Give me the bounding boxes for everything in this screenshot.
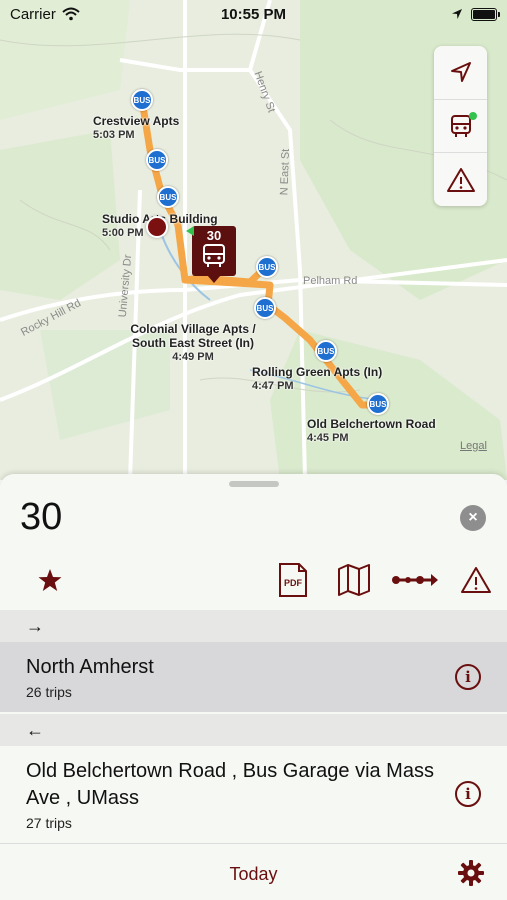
bus-marker-route: 30	[206, 228, 222, 243]
street-label-pelham: Pelham Rd	[303, 275, 358, 287]
direction-row-north-amherst[interactable]: North Amherst 26 trips i	[0, 642, 507, 712]
direction-destination: Old Belchertown Road , Bus Garage via Ma…	[26, 759, 434, 809]
gear-icon	[458, 860, 484, 886]
pdf-icon: PDF	[279, 563, 307, 597]
bus-icon	[203, 244, 225, 267]
stop-label-old-belchertown: Old Belchertown Road 4:45 PM	[307, 417, 436, 444]
star-icon	[38, 569, 62, 591]
sheet-grabber[interactable]	[229, 481, 279, 487]
pdf-schedule-button[interactable]: PDF	[276, 558, 310, 602]
trip-count: 27 trips	[26, 814, 72, 831]
warning-icon	[461, 567, 491, 593]
carrier-label: Carrier	[10, 5, 56, 23]
timeline-icon	[392, 574, 438, 586]
info-icon[interactable]: i	[455, 781, 481, 807]
location-services-icon	[452, 9, 462, 19]
sheet-footer: Today	[0, 843, 507, 900]
timeline-button[interactable]	[390, 558, 440, 602]
live-bus-marker[interactable]: 30	[186, 226, 236, 283]
trip-count: 26 trips	[26, 684, 72, 700]
direction-header-inbound: ←	[0, 714, 507, 746]
direction-row-old-belchertown[interactable]: Old Belchertown Road , Bus Garage via Ma…	[0, 746, 507, 842]
arrow-left-icon: ←	[26, 719, 44, 740]
bus-stop-marker[interactable]: BUS	[157, 186, 179, 208]
stop-label-colonial-village: Colonial Village Apts / South East Stree…	[130, 322, 256, 363]
user-location-dot	[146, 216, 168, 238]
street-label-n-east: N East St	[278, 148, 293, 196]
route-toolbar: PDF	[0, 558, 507, 602]
route-map-button[interactable]	[336, 558, 372, 602]
wifi-icon	[62, 7, 80, 21]
bus-stop-marker[interactable]: BUS	[256, 256, 278, 278]
close-button[interactable]: ×	[460, 505, 486, 531]
direction-destination: North Amherst	[26, 656, 154, 678]
legal-link[interactable]: Legal	[460, 440, 487, 452]
location-button[interactable]	[434, 46, 487, 100]
status-bar: Carrier 10:55 PM	[0, 0, 507, 28]
route-alerts-button[interactable]	[458, 558, 494, 602]
today-button[interactable]: Today	[0, 864, 507, 885]
bus-stop-marker[interactable]: BUS	[315, 340, 337, 362]
bus-stop-marker[interactable]: BUS	[254, 297, 276, 319]
route-number-title: 30	[20, 496, 63, 538]
pdf-icon-label: PDF	[284, 578, 303, 588]
favorite-button[interactable]	[34, 558, 66, 602]
alerts-button[interactable]	[434, 153, 487, 206]
settings-button[interactable]	[457, 859, 485, 892]
warning-icon	[446, 167, 475, 192]
arrow-right-icon: →	[26, 615, 44, 636]
live-indicator	[469, 111, 477, 120]
route-sheet: 30 × PDF → North Amherst 26 trips i ← Ol…	[0, 474, 507, 900]
bus-direction-flag	[186, 226, 194, 236]
bus-stop-marker[interactable]: BUS	[131, 89, 153, 111]
battery-icon	[471, 7, 500, 21]
vehicles-button[interactable]	[434, 100, 487, 154]
info-icon[interactable]: i	[455, 664, 481, 690]
map-controls	[434, 46, 487, 206]
stop-label-crestview: Crestview Apts 5:03 PM	[93, 114, 180, 141]
bus-stop-marker[interactable]: BUS	[146, 149, 168, 171]
map-icon	[338, 564, 370, 596]
stop-label-rolling-green: Rolling Green Apts (In) 4:47 PM	[252, 365, 383, 392]
direction-header-outbound: →	[0, 610, 507, 642]
bus-stop-marker[interactable]: BUS	[367, 393, 389, 415]
location-arrow-icon	[450, 62, 471, 83]
map-view[interactable]: Henry St N East St Pelham Rd University …	[0, 0, 507, 480]
